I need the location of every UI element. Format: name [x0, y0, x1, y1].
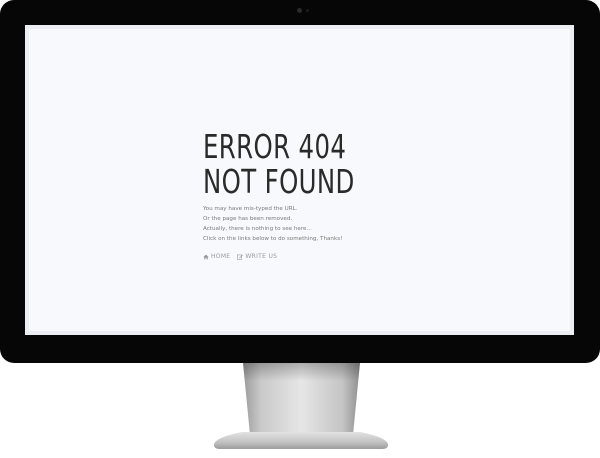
edit-icon [237, 254, 244, 260]
write-us-link-label: WRITE US [245, 253, 278, 260]
message-line: Click on the links below to do something… [203, 236, 343, 242]
home-link[interactable]: HOME [203, 253, 230, 260]
monitor-screen: ERROR 404 NOT FOUND You may have mis-typ… [25, 25, 574, 335]
webcam-lens [297, 8, 302, 13]
home-icon [203, 254, 209, 259]
monitor-stand-base [213, 432, 389, 449]
error-title: ERROR 404 NOT FOUND [203, 129, 355, 199]
message-line: Or the page has been removed. [203, 216, 293, 222]
error-message: You may have mis-typed the URL. Or the p… [203, 204, 408, 244]
monitor-bezel: ERROR 404 NOT FOUND You may have mis-typ… [0, 0, 600, 363]
error-content: ERROR 404 NOT FOUND You may have mis-typ… [203, 129, 408, 260]
message-line: Actually, there is nothing to see here..… [203, 226, 312, 232]
message-line: You may have mis-typed the URL. [203, 206, 298, 212]
home-link-label: HOME [211, 253, 231, 260]
monitor-stand-neck [243, 363, 360, 435]
error-title-line-1: ERROR 404 [203, 127, 347, 166]
webcam-indicator [306, 9, 309, 12]
error-links: HOME WRITE US [203, 253, 408, 260]
error-title-line-2: NOT FOUND [203, 162, 355, 201]
write-us-link[interactable]: WRITE US [237, 253, 277, 260]
